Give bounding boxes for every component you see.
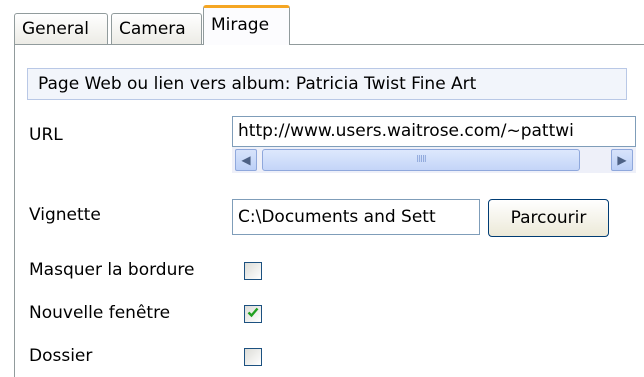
checkmark-icon: [247, 307, 259, 318]
url-field[interactable]: http://www.users.waitrose.com/~pattwi: [232, 116, 636, 147]
url-label: URL: [29, 125, 63, 145]
page-link-header-text: Page Web ou lien vers album: Patricia Tw…: [38, 74, 477, 94]
new-window-checkbox[interactable]: [244, 305, 262, 323]
url-value: http://www.users.waitrose.com/~pattwi: [238, 121, 574, 141]
tab-general-label: General: [22, 19, 89, 39]
hide-border-checkbox[interactable]: [244, 262, 262, 280]
page-link-header: Page Web ou lien vers album: Patricia Tw…: [27, 68, 627, 100]
tab-mirage-label: Mirage: [211, 15, 270, 35]
thumbnail-path-field[interactable]: C:\Documents and Sett: [232, 199, 480, 235]
folder-label: Dossier: [29, 346, 93, 366]
tab-camera-label: Camera: [119, 19, 186, 39]
browse-button-label: Parcourir: [510, 208, 587, 228]
tab-mirage[interactable]: Mirage: [203, 5, 290, 45]
new-window-label: Nouvelle fenêtre: [29, 303, 171, 323]
browse-button[interactable]: Parcourir: [488, 199, 609, 237]
scroll-left-arrow-icon[interactable]: ◀: [235, 149, 257, 171]
url-horizontal-scrollbar[interactable]: ◀ IIIII ▶: [232, 147, 636, 173]
thumbnail-path-value: C:\Documents and Sett: [238, 207, 436, 227]
panel-left-border: [14, 44, 15, 377]
hide-border-label: Masquer la bordure: [29, 260, 195, 280]
panel-top-border-left: [14, 44, 203, 45]
scrollbar-thumb[interactable]: IIIII: [262, 149, 580, 171]
scrollbar-thumb-grip-icon: IIIII: [416, 154, 427, 165]
tab-general[interactable]: General: [14, 13, 108, 45]
scroll-right-arrow-icon[interactable]: ▶: [611, 149, 633, 171]
folder-checkbox[interactable]: [244, 348, 262, 366]
thumbnail-label: Vignette: [29, 205, 101, 225]
panel-top-border-right: [290, 44, 644, 45]
tab-camera[interactable]: Camera: [111, 13, 202, 45]
